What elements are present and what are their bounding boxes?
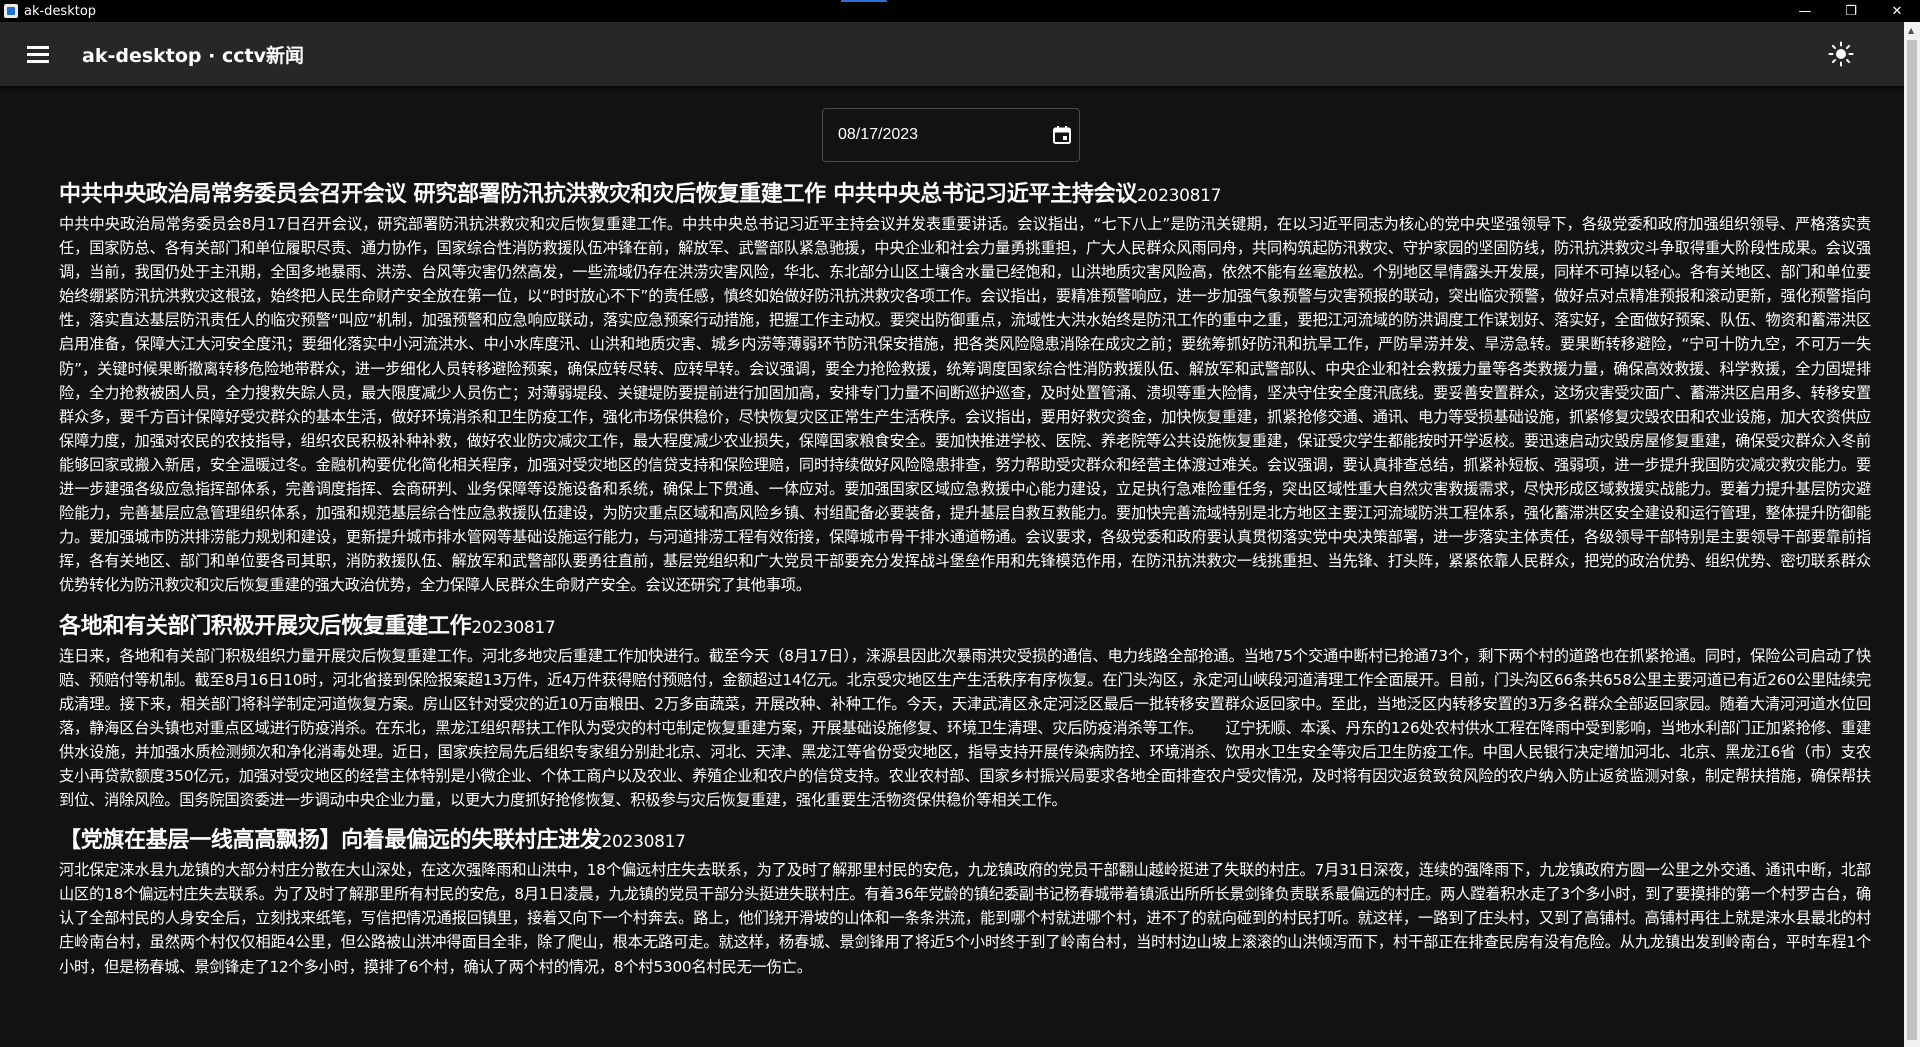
close-button[interactable]: ✕: [1874, 0, 1920, 22]
article-title[interactable]: 【党旗在基层一线高高飘扬】向着最偏远的失联村庄进发20230817: [59, 826, 1871, 857]
news-article: 【党旗在基层一线高高飘扬】向着最偏远的失联村庄进发20230817 河北保定涞水…: [59, 826, 1871, 978]
news-article: 各地和有关部门积极开展灾后恢复重建工作20230817 连日来，各地和有关部门积…: [59, 612, 1871, 813]
window-titlebar: ak-desktop — ❐ ✕: [0, 0, 1920, 22]
article-body: 连日来，各地和有关部门积极组织力量开展灾后恢复重建工作。河北多地灾后重建工作加快…: [59, 646, 1871, 810]
article-body: 中共中央政治局常务委员会8月17日召开会议，研究部署防汛抗洪救灾和灾后恢复重建工…: [59, 215, 1871, 595]
date-input[interactable]: [836, 125, 1040, 145]
vertical-scrollbar[interactable]: ▲: [1904, 22, 1920, 1047]
article-title[interactable]: 各地和有关部门积极开展灾后恢复重建工作20230817: [59, 612, 1871, 643]
app-title: ak-desktop · cctv新闻: [82, 44, 304, 67]
hamburger-menu-icon[interactable]: [24, 40, 52, 68]
main-content: 中共中央政治局常务委员会召开会议 研究部署防汛抗洪救灾和灾后恢复重建工作 中共中…: [0, 86, 1904, 1047]
news-list: 中共中央政治局常务委员会召开会议 研究部署防汛抗洪救灾和灾后恢复重建工作 中共中…: [59, 180, 1871, 993]
app-bar: ak-desktop · cctv新闻: [0, 22, 1904, 86]
window-title: ak-desktop: [24, 3, 97, 19]
titlebar-accent-line: [841, 0, 887, 2]
app-icon: [4, 4, 18, 18]
article-date: 20230817: [601, 832, 686, 853]
scrollbar-thumb[interactable]: [1907, 40, 1917, 1040]
date-picker[interactable]: [822, 108, 1080, 162]
calendar-icon[interactable]: [1052, 125, 1072, 145]
article-date: 20230817: [1137, 186, 1222, 206]
article-body: 河北保定涞水县九龙镇的大部分村庄分散在大山深处，在这次强降雨和山洪中，18个偏远…: [59, 861, 1871, 976]
minimize-button[interactable]: —: [1782, 0, 1828, 22]
maximize-button[interactable]: ❐: [1828, 0, 1874, 22]
news-article: 中共中央政治局常务委员会召开会议 研究部署防汛抗洪救灾和灾后恢复重建工作 中共中…: [59, 180, 1871, 598]
article-title[interactable]: 中共中央政治局常务委员会召开会议 研究部署防汛抗洪救灾和灾后恢复重建工作 中共中…: [59, 180, 1871, 211]
scroll-up-arrow-icon[interactable]: ▲: [1908, 26, 1914, 35]
article-date: 20230817: [471, 617, 556, 638]
sun-icon[interactable]: [1826, 39, 1856, 69]
